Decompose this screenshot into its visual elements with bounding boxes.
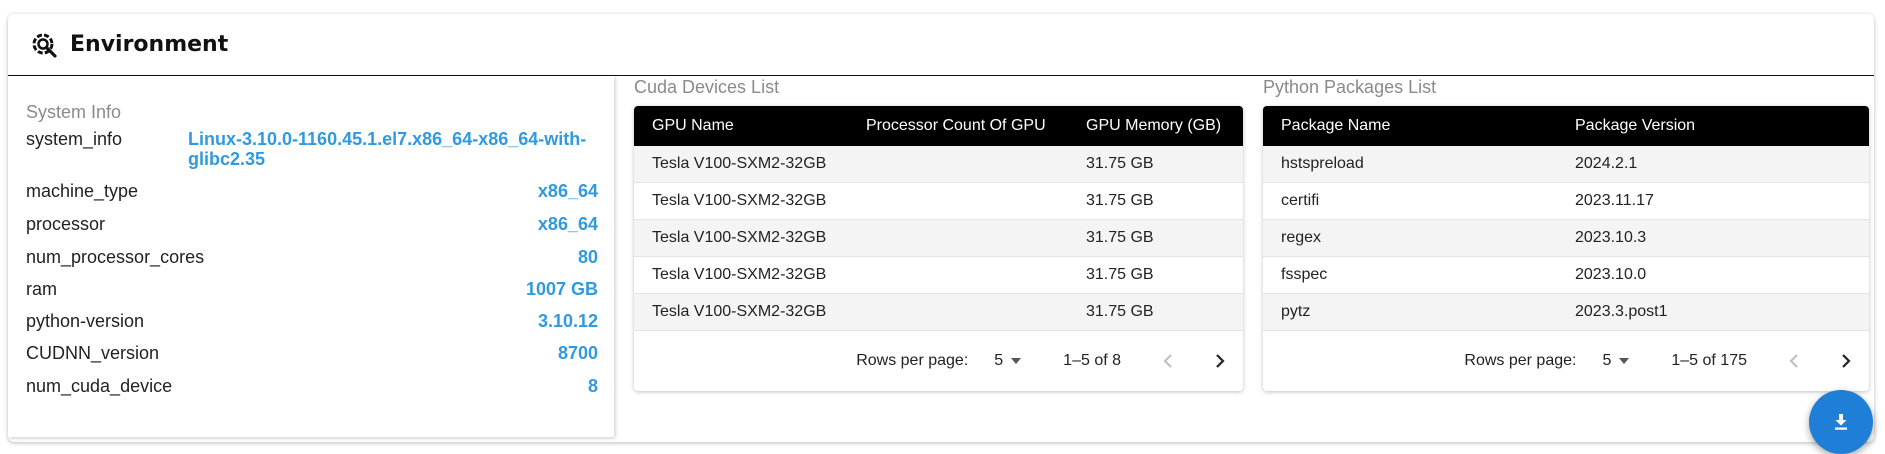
rows-per-page-label: Rows per page: (856, 352, 969, 369)
pagination-range: 1–5 of 8 (1063, 352, 1121, 369)
system-info-title: System Info (26, 102, 122, 122)
cell-package-version: 2023.10.3 (1575, 229, 1647, 246)
info-key: processor (26, 214, 106, 234)
info-value: 80 (577, 247, 598, 267)
cell-gpu-name: Tesla V100-SXM2-32GB (652, 229, 827, 246)
chevron-left-icon (1789, 354, 1798, 368)
table-row: Tesla V100-SXM2-32GB 31.75 GB (634, 294, 1243, 331)
cell-gpu-memory: 31.75 GB (1086, 155, 1154, 172)
cell-package-name: regex (1281, 229, 1322, 246)
cell-gpu-memory: 31.75 GB (1086, 192, 1154, 209)
environment-card: Environment System Info system_info Linu… (8, 14, 1874, 442)
info-value: x86_64 (537, 214, 598, 234)
info-key: ram (26, 279, 57, 299)
cell-gpu-memory: 31.75 GB (1086, 229, 1154, 246)
table-row: pytz 2023.3.post1 (1263, 294, 1869, 331)
chevron-down-icon (1619, 358, 1630, 364)
table-pagination: Rows per page: 5 1–5 of 175 (1263, 331, 1869, 391)
info-value: 3.10.12 (537, 311, 598, 331)
python-packages-table: Package Name Package Version hstspreload… (1263, 106, 1869, 391)
cell-gpu-name: Tesla V100-SXM2-32GB (652, 303, 827, 320)
info-row-num-cuda-device: num_cuda_device 8 (26, 376, 598, 397)
table-row: Tesla V100-SXM2-32GB 31.75 GB (634, 220, 1243, 257)
cell-gpu-name: Tesla V100-SXM2-32GB (652, 155, 827, 172)
rows-per-page-select[interactable]: 5 (994, 352, 1022, 370)
cell-package-name: certifi (1281, 192, 1320, 209)
python-packages-section: Python Packages List Package Name Packag… (1263, 76, 1869, 391)
python-packages-title: Python Packages List (1263, 77, 1437, 97)
download-button[interactable] (1809, 390, 1873, 454)
cell-package-name: hstspreload (1281, 155, 1364, 172)
info-row-processor: processor x86_64 (26, 214, 598, 235)
column-header-package-version[interactable]: Package Version (1557, 117, 1869, 135)
info-value: Linux-3.10.0-1160.45.1.el7.x86_64-x86_64… (188, 129, 587, 169)
info-row-python-version: python-version 3.10.12 (26, 311, 598, 332)
info-key: num_cuda_device (26, 376, 173, 396)
info-row-machine-type: machine_type x86_64 (26, 181, 598, 202)
rows-per-page-select[interactable]: 5 (1602, 352, 1630, 370)
info-key: CUDNN_version (26, 343, 160, 363)
chevron-right-icon (1216, 354, 1225, 368)
rows-per-page-label: Rows per page: (1464, 352, 1577, 369)
chevron-right-icon (1842, 354, 1851, 368)
column-header-gpu-memory[interactable]: GPU Memory (GB) (1068, 117, 1243, 135)
table-row: regex 2023.10.3 (1263, 220, 1869, 257)
table-row: Tesla V100-SXM2-32GB 31.75 GB (634, 183, 1243, 220)
table-row: hstspreload 2024.2.1 (1263, 146, 1869, 183)
info-value: 8700 (557, 343, 598, 363)
table-row: Tesla V100-SXM2-32GB 31.75 GB (634, 146, 1243, 183)
info-key: system_info (26, 129, 123, 149)
cell-gpu-name: Tesla V100-SXM2-32GB (652, 192, 827, 209)
cell-package-version: 2023.11.17 (1575, 192, 1654, 209)
cell-package-name: fsspec (1281, 266, 1328, 283)
column-header-package-name[interactable]: Package Name (1263, 117, 1557, 135)
table-row: certifi 2023.11.17 (1263, 183, 1869, 220)
cell-gpu-memory: 31.75 GB (1086, 266, 1154, 283)
cell-package-version: 2024.2.1 (1575, 155, 1638, 172)
cuda-devices-section: Cuda Devices List GPU Name Processor Cou… (634, 76, 1243, 391)
table-pagination: Rows per page: 5 1–5 of 8 (634, 331, 1243, 391)
cuda-devices-title: Cuda Devices List (634, 77, 780, 97)
cell-gpu-memory: 31.75 GB (1086, 303, 1154, 320)
cell-package-version: 2023.3.post1 (1575, 303, 1668, 320)
info-value: x86_64 (537, 181, 598, 201)
info-value: 1007 GB (525, 279, 598, 299)
column-header-gpu-name[interactable]: GPU Name (634, 117, 848, 135)
table-row: Tesla V100-SXM2-32GB 31.75 GB (634, 257, 1243, 294)
system-info-panel: System Info system_info Linux-3.10.0-116… (8, 76, 614, 437)
info-key: python-version (26, 311, 145, 331)
info-key: machine_type (26, 181, 139, 201)
page-title: Environment (70, 32, 229, 57)
table-header: Package Name Package Version (1263, 106, 1869, 146)
cuda-devices-table: GPU Name Processor Count Of GPU GPU Memo… (634, 106, 1243, 391)
table-header: GPU Name Processor Count Of GPU GPU Memo… (634, 106, 1243, 146)
chevron-left-icon (1163, 354, 1172, 368)
download-icon (1835, 414, 1847, 430)
previous-page-button[interactable] (1783, 349, 1807, 373)
settings-search-icon (30, 30, 60, 60)
cell-gpu-name: Tesla V100-SXM2-32GB (652, 266, 827, 283)
info-row-num-processor-cores: num_processor_cores 80 (26, 247, 598, 268)
chevron-down-icon (1011, 358, 1022, 364)
next-page-button[interactable] (1833, 349, 1857, 373)
info-row-ram: ram 1007 GB (26, 279, 598, 300)
previous-page-button[interactable] (1157, 349, 1181, 373)
rows-per-page-value: 5 (994, 352, 1004, 369)
cell-package-version: 2023.10.0 (1575, 266, 1647, 283)
info-value: 8 (587, 376, 598, 396)
cell-package-name: pytz (1281, 303, 1311, 320)
info-key: num_processor_cores (26, 247, 205, 267)
next-page-button[interactable] (1207, 349, 1231, 373)
info-row-system-info: system_info Linux-3.10.0-1160.45.1.el7.x… (26, 129, 598, 169)
info-row-cudnn-version: CUDNN_version 8700 (26, 343, 598, 364)
card-header: Environment (8, 14, 1874, 76)
pagination-range: 1–5 of 175 (1671, 352, 1747, 369)
table-row: fsspec 2023.10.0 (1263, 257, 1869, 294)
rows-per-page-value: 5 (1602, 352, 1612, 369)
column-header-processor-count[interactable]: Processor Count Of GPU (848, 117, 1068, 135)
